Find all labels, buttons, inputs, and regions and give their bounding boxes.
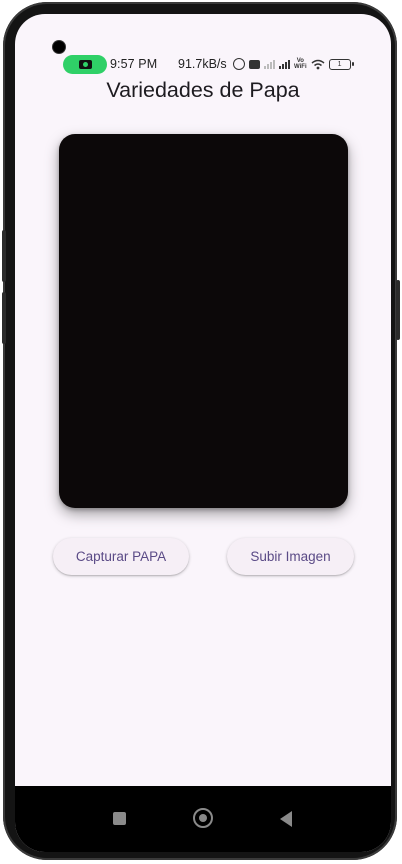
signal-icon — [264, 59, 275, 69]
alarm-icon — [233, 58, 245, 70]
signal-icon — [279, 59, 290, 69]
vowifi-icon: Vo WiFi — [294, 58, 307, 70]
upload-image-button[interactable]: Subir Imagen — [227, 538, 354, 575]
back-icon[interactable] — [280, 811, 292, 827]
phone-frame: 9:57 PM 91.7kB/s Vo WiFi 1 Variedades de… — [3, 2, 397, 860]
recents-icon[interactable] — [113, 812, 126, 825]
camera-preview — [59, 134, 348, 508]
network-speed: 91.7kB/s — [178, 57, 227, 71]
battery-icon: 1 — [328, 58, 354, 70]
page-title: Variedades de Papa — [106, 78, 300, 102]
screen-record-icon — [78, 60, 92, 69]
navigation-bar — [15, 786, 391, 852]
front-camera — [53, 41, 65, 53]
battery-level: 1 — [337, 60, 342, 68]
volume-button — [2, 292, 6, 344]
capture-button[interactable]: Capturar PAPA — [53, 538, 189, 575]
status-time: 9:57 PM — [110, 57, 158, 71]
screen-record-indicator[interactable] — [63, 55, 107, 74]
vowifi-label-bottom: WiFi — [294, 64, 307, 70]
home-icon[interactable] — [193, 808, 213, 828]
volume-button — [2, 230, 6, 282]
hd-icon — [249, 59, 260, 69]
screen: 9:57 PM 91.7kB/s Vo WiFi 1 Variedades de… — [15, 14, 391, 852]
status-icons: Vo WiFi 1 — [233, 55, 354, 73]
wifi-icon — [311, 59, 325, 69]
power-button — [396, 280, 400, 340]
